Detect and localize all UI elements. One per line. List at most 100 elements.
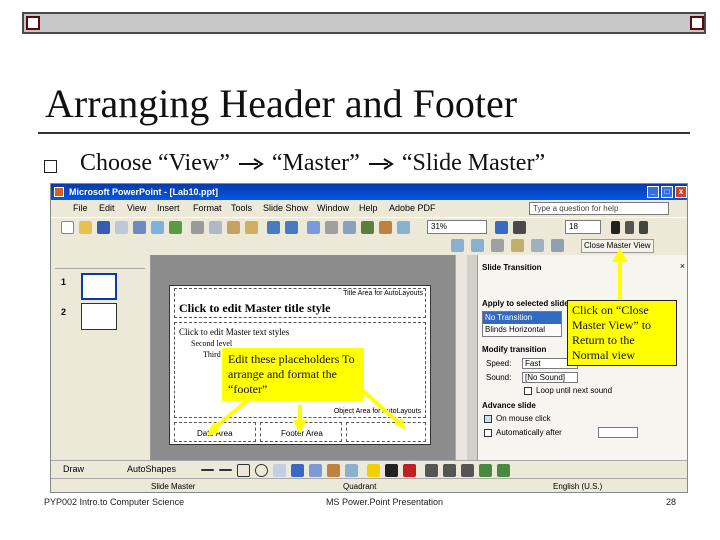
menu-format[interactable]: Format bbox=[193, 200, 222, 217]
shadow-style-icon[interactable] bbox=[479, 464, 492, 477]
auto-advance-time-input[interactable] bbox=[598, 427, 638, 438]
help-icon[interactable] bbox=[495, 221, 508, 234]
slide-master-thumbnail[interactable] bbox=[81, 273, 117, 300]
redo-icon[interactable] bbox=[285, 221, 298, 234]
bullet-instruction: Choose “View” “Master” “Slide Master” bbox=[80, 150, 545, 177]
sound-select[interactable]: [No Sound] bbox=[522, 372, 578, 383]
save-icon[interactable] bbox=[97, 221, 110, 234]
underline-icon[interactable] bbox=[639, 221, 648, 234]
menu-help[interactable]: Help bbox=[359, 200, 378, 217]
menu-insert[interactable]: Insert bbox=[157, 200, 180, 217]
title-master-thumbnail[interactable] bbox=[81, 303, 117, 330]
loop-checkbox[interactable] bbox=[524, 387, 532, 395]
status-bar: Slide Master Quadrant English (U.S.) bbox=[51, 478, 687, 492]
standard-toolbar: 31% 18 bbox=[51, 217, 687, 236]
diagram-icon[interactable] bbox=[309, 464, 322, 477]
master-layout-icon[interactable] bbox=[551, 239, 564, 252]
on-click-checkbox[interactable] bbox=[484, 415, 492, 423]
pane-tabs[interactable] bbox=[55, 257, 145, 269]
insert-picture-icon[interactable] bbox=[397, 221, 410, 234]
fill-color-icon[interactable] bbox=[367, 464, 380, 477]
transition-list[interactable]: No Transition Blinds Horizontal bbox=[482, 311, 562, 337]
menu-file[interactable]: File bbox=[73, 200, 88, 217]
insert-clipart-icon[interactable] bbox=[379, 221, 392, 234]
vertical-scrollbar[interactable] bbox=[455, 255, 467, 460]
help-search-input[interactable]: Type a question for help bbox=[529, 202, 669, 215]
print-icon[interactable] bbox=[133, 221, 146, 234]
menu-edit[interactable]: Edit bbox=[99, 200, 115, 217]
sound-label: Sound: bbox=[486, 373, 512, 382]
arrow-tool-icon[interactable] bbox=[219, 469, 232, 471]
arrow-style-icon[interactable] bbox=[461, 464, 474, 477]
footer-topic: MS Power.Point Presentation bbox=[326, 497, 444, 507]
right-arrow-icon bbox=[368, 158, 394, 171]
minimize-button[interactable]: _ bbox=[647, 186, 659, 198]
title-placeholder[interactable]: Title Area for AutoLayouts Click to edit… bbox=[174, 288, 426, 318]
menu-tools[interactable]: Tools bbox=[231, 200, 252, 217]
spelling-icon[interactable] bbox=[169, 221, 182, 234]
line-tool-icon[interactable] bbox=[201, 469, 214, 471]
3d-style-icon[interactable] bbox=[497, 464, 510, 477]
line-color-icon[interactable] bbox=[385, 464, 398, 477]
close-pane-icon[interactable]: × bbox=[680, 261, 685, 271]
speed-label: Speed: bbox=[486, 359, 512, 368]
clipart-icon[interactable] bbox=[327, 464, 340, 477]
font-icon[interactable] bbox=[513, 221, 526, 234]
font-size-select[interactable]: 18 bbox=[565, 220, 601, 234]
insert-new-title-master-icon[interactable] bbox=[471, 239, 484, 252]
transition-option[interactable]: Blinds Horizontal bbox=[483, 324, 561, 336]
paste-icon[interactable] bbox=[227, 221, 240, 234]
number-placeholder[interactable] bbox=[346, 422, 426, 442]
auto-advance-checkbox[interactable] bbox=[484, 429, 492, 437]
oval-tool-icon[interactable] bbox=[255, 464, 268, 477]
rename-master-icon[interactable] bbox=[531, 239, 544, 252]
dash-style-icon[interactable] bbox=[443, 464, 456, 477]
date-placeholder[interactable]: Date Area bbox=[174, 422, 256, 442]
zoom-select[interactable]: 31% bbox=[427, 220, 487, 234]
date-area-label: Date Area bbox=[197, 429, 233, 438]
autoshapes-menu[interactable]: AutoShapes bbox=[127, 464, 176, 474]
font-color-icon[interactable] bbox=[403, 464, 416, 477]
menu-slide-show[interactable]: Slide Show bbox=[263, 200, 308, 217]
rectangle-tool-icon[interactable] bbox=[237, 464, 250, 477]
preserve-master-icon[interactable] bbox=[511, 239, 524, 252]
master-title-text: Click to edit Master title style bbox=[179, 301, 331, 315]
placeholders-callout: Edit these placeholders To arrange and f… bbox=[222, 348, 364, 401]
tables-borders-icon[interactable] bbox=[343, 221, 356, 234]
new-icon[interactable] bbox=[61, 221, 74, 234]
print-preview-icon[interactable] bbox=[151, 221, 164, 234]
insert-table-icon[interactable] bbox=[325, 221, 338, 234]
undo-icon[interactable] bbox=[267, 221, 280, 234]
insert-new-slide-master-icon[interactable] bbox=[451, 239, 464, 252]
on-click-label: On mouse click bbox=[496, 414, 551, 423]
copy-icon[interactable] bbox=[209, 221, 222, 234]
draw-menu[interactable]: Draw bbox=[63, 464, 84, 474]
textbox-tool-icon[interactable] bbox=[273, 464, 286, 477]
menu-bar: File Edit View Insert Format Tools Slide… bbox=[51, 200, 687, 217]
italic-icon[interactable] bbox=[625, 221, 634, 234]
bold-icon[interactable] bbox=[611, 221, 620, 234]
footer-placeholder[interactable]: Footer Area bbox=[260, 422, 342, 442]
format-painter-icon[interactable] bbox=[245, 221, 258, 234]
status-view: Slide Master bbox=[151, 482, 196, 491]
permission-icon[interactable] bbox=[115, 221, 128, 234]
cut-icon[interactable] bbox=[191, 221, 204, 234]
open-icon[interactable] bbox=[79, 221, 92, 234]
close-window-button[interactable]: x bbox=[675, 186, 687, 198]
bullet-part-slide-master: “Slide Master” bbox=[401, 150, 546, 176]
maximize-button[interactable]: □ bbox=[661, 186, 673, 198]
delete-master-icon[interactable] bbox=[491, 239, 504, 252]
insert-chart-icon[interactable] bbox=[307, 221, 320, 234]
line-style-icon[interactable] bbox=[425, 464, 438, 477]
wordart-icon[interactable] bbox=[291, 464, 304, 477]
menu-adobe-pdf[interactable]: Adobe PDF bbox=[389, 200, 436, 217]
menu-window[interactable]: Window bbox=[317, 200, 349, 217]
close-master-view-button[interactable]: Close Master View bbox=[581, 239, 654, 253]
loop-label: Loop until next sound bbox=[536, 386, 613, 395]
title-divider bbox=[38, 132, 690, 134]
picture-icon[interactable] bbox=[345, 464, 358, 477]
transition-option[interactable]: No Transition bbox=[483, 312, 561, 324]
menu-view[interactable]: View bbox=[127, 200, 146, 217]
modify-transition-label: Modify transition bbox=[482, 345, 547, 354]
insert-diagram-icon[interactable] bbox=[361, 221, 374, 234]
